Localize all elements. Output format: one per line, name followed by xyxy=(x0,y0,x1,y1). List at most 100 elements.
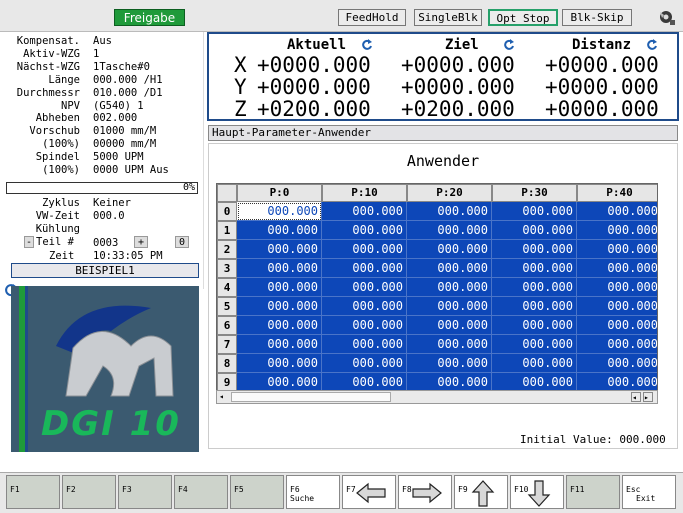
grid-cell[interactable]: 000.000 xyxy=(492,221,577,240)
fkey-f9-button[interactable]: F9 xyxy=(454,475,508,509)
fkey-label: F5 xyxy=(234,485,244,494)
coordinate-value: +0000.000 xyxy=(257,53,371,77)
settings-icon[interactable] xyxy=(658,9,676,26)
status-value: 5000 UPM xyxy=(93,151,144,164)
row-header[interactable]: 8 xyxy=(217,354,237,373)
scroll-right-arrow-icon[interactable]: ▸ xyxy=(643,392,653,402)
row-header[interactable]: 5 xyxy=(217,297,237,316)
grid-cell[interactable]: 000.000 xyxy=(237,297,322,316)
fkey-f1-button[interactable]: F1 xyxy=(6,475,60,509)
part-label: Teil # xyxy=(36,236,74,248)
column-header[interactable]: P:10 xyxy=(322,184,407,202)
grid-cell[interactable]: 000.000 xyxy=(492,316,577,335)
grid-cell[interactable]: 000.000 xyxy=(237,354,322,373)
grid-cell[interactable]: 000.000 xyxy=(322,278,407,297)
grid-cell[interactable]: 000.000 xyxy=(492,278,577,297)
time-value: 10:33:05 PM xyxy=(93,250,163,262)
opt-stop-button[interactable]: Opt Stop xyxy=(488,9,558,26)
grid-cell[interactable]: 000.000 xyxy=(407,316,492,335)
grid-cell[interactable]: 000.000 xyxy=(322,297,407,316)
grid-cell[interactable]: 000.000 xyxy=(237,240,322,259)
grid-cell[interactable]: 000.000 xyxy=(237,221,322,240)
grid-cell[interactable]: 000.000 xyxy=(407,297,492,316)
grid-cell[interactable]: 000.000 xyxy=(492,335,577,354)
grid-cell[interactable]: 000.000 xyxy=(322,259,407,278)
column-header[interactable]: P:30 xyxy=(492,184,577,202)
column-header[interactable]: P:40 xyxy=(577,184,657,202)
column-header[interactable]: P:0 xyxy=(237,184,322,202)
fkey-label: F3 xyxy=(122,485,132,494)
fkey-f5-button[interactable]: F5 xyxy=(230,475,284,509)
horizontal-scrollbar[interactable]: ◂ ◂ ▸ xyxy=(216,390,658,404)
refresh-icon[interactable] xyxy=(361,39,373,51)
grid-cell[interactable]: 000.000 xyxy=(407,202,492,221)
grid-cell[interactable]: 000.000 xyxy=(237,202,322,221)
fkey-f6-button[interactable]: F6 Suche xyxy=(286,475,340,509)
grid-cell[interactable]: 000.000 xyxy=(492,354,577,373)
row-header[interactable]: 6 xyxy=(217,316,237,335)
row-header[interactable]: 2 xyxy=(217,240,237,259)
grid-cell[interactable]: 000.000 xyxy=(322,354,407,373)
row-header[interactable]: 0 xyxy=(217,202,237,221)
column-header[interactable]: P:20 xyxy=(407,184,492,202)
row-header[interactable]: 1 xyxy=(217,221,237,240)
part-minus-button[interactable]: - xyxy=(24,236,34,248)
scroll-thumb[interactable] xyxy=(231,392,391,402)
grid-cell[interactable]: 000.000 xyxy=(577,278,657,297)
fkey-f4-button[interactable]: F4 xyxy=(174,475,228,509)
fkey-f10-button[interactable]: F10 xyxy=(510,475,564,509)
fkey-f2-button[interactable]: F2 xyxy=(62,475,116,509)
scroll-left-icon[interactable]: ◂ xyxy=(219,392,229,402)
grid-cell[interactable]: 000.000 xyxy=(492,259,577,278)
row-header[interactable]: 7 xyxy=(217,335,237,354)
row-header[interactable]: 3 xyxy=(217,259,237,278)
coordinate-value: +0000.000 xyxy=(545,53,659,77)
grid-cell[interactable]: 000.000 xyxy=(407,240,492,259)
grid-cell[interactable]: 000.000 xyxy=(577,202,657,221)
grid-cell[interactable]: 000.000 xyxy=(407,335,492,354)
fkey-f8-button[interactable]: F8 xyxy=(398,475,452,509)
grid-cell[interactable]: 000.000 xyxy=(577,240,657,259)
fkey-f7-button[interactable]: F7 xyxy=(342,475,396,509)
feedhold-button[interactable]: FeedHold xyxy=(338,9,406,26)
program-name: BEISPIEL1 xyxy=(11,263,199,278)
part-plus-button[interactable]: + xyxy=(134,236,148,248)
grid-cell[interactable]: 000.000 xyxy=(577,221,657,240)
grid-cell[interactable]: 000.000 xyxy=(492,202,577,221)
coordinate-value: +0000.000 xyxy=(545,97,659,121)
grid-cell[interactable]: 000.000 xyxy=(407,259,492,278)
grid-cell[interactable]: 000.000 xyxy=(407,354,492,373)
grid-cell[interactable]: 000.000 xyxy=(492,240,577,259)
scroll-left-arrow-icon[interactable]: ◂ xyxy=(631,392,641,402)
part-reset-button[interactable]: 0 xyxy=(175,236,189,248)
refresh-icon[interactable] xyxy=(646,39,658,51)
grid-cell[interactable]: 000.000 xyxy=(577,316,657,335)
grid-cell[interactable]: 000.000 xyxy=(237,316,322,335)
grid-cell[interactable]: 000.000 xyxy=(237,259,322,278)
grid-cell[interactable]: 000.000 xyxy=(407,221,492,240)
grid-cell[interactable]: 000.000 xyxy=(237,335,322,354)
refresh-icon[interactable] xyxy=(503,39,515,51)
fkey-esc-button[interactable]: Esc Exit xyxy=(622,475,676,509)
status-label: Kühlung xyxy=(35,223,80,235)
grid-cell[interactable]: 000.000 xyxy=(322,316,407,335)
grid-cell[interactable]: 000.000 xyxy=(492,297,577,316)
grid-cell[interactable]: 000.000 xyxy=(322,335,407,354)
fkey-f3-button[interactable]: F3 xyxy=(118,475,172,509)
grid-cell[interactable]: 000.000 xyxy=(577,354,657,373)
blk-skip-button[interactable]: Blk-Skip xyxy=(562,9,632,26)
grid-cell[interactable]: 000.000 xyxy=(322,221,407,240)
grid-cell[interactable]: 000.000 xyxy=(577,259,657,278)
grid-cell[interactable]: 000.000 xyxy=(577,297,657,316)
grid-cell[interactable]: 000.000 xyxy=(407,278,492,297)
grid-cell[interactable]: 000.000 xyxy=(322,202,407,221)
grid-cell[interactable]: 000.000 xyxy=(237,278,322,297)
freigabe-button[interactable]: Freigabe xyxy=(114,9,185,26)
fkey-f11-button[interactable]: F11 xyxy=(566,475,620,509)
grid-cell[interactable]: 000.000 xyxy=(322,240,407,259)
status-value: 000.0 xyxy=(93,210,125,222)
singleblk-button[interactable]: SingleBlk xyxy=(414,9,482,26)
grid-cell[interactable]: 000.000 xyxy=(577,335,657,354)
status-value: 01000 mm/M xyxy=(93,125,157,138)
row-header[interactable]: 4 xyxy=(217,278,237,297)
